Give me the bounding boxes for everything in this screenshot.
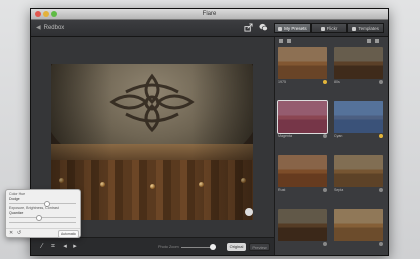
popover-footer: ✕ ↺ Automatic: [6, 228, 80, 238]
sidebar-toolbar: [275, 37, 388, 45]
preset-label: Rust: [278, 188, 286, 192]
preset-label: Magenta: [278, 134, 292, 138]
tab-my-presets[interactable]: My Presets: [274, 23, 311, 33]
preset-item[interactable]: Magenta: [277, 100, 328, 140]
window-title: Flare: [202, 11, 217, 17]
add-icon[interactable]: [375, 39, 379, 43]
presets-sidebar: 1975 80s Magenta Cyan Rust Sepia: [274, 37, 388, 255]
star-icon[interactable]: [379, 134, 383, 138]
vignette: [51, 64, 253, 220]
color-slider[interactable]: [9, 203, 76, 204]
preset-caption: 80s: [334, 79, 383, 86]
folder-icon[interactable]: [367, 39, 371, 43]
preset-caption: 1975: [278, 79, 327, 86]
preset-thumbnail[interactable]: [334, 101, 383, 133]
magic-wand-icon[interactable]: ⁄: [38, 243, 46, 251]
grid-view-icon[interactable]: [287, 39, 291, 43]
preset-thumbnail[interactable]: [278, 155, 327, 187]
crop-icon[interactable]: ⌗: [49, 243, 57, 251]
back-label: Redbox: [43, 25, 65, 31]
arrow-left-icon[interactable]: ◂: [61, 243, 69, 251]
preset-item[interactable]: Rust: [278, 155, 327, 194]
star-icon[interactable]: [379, 188, 383, 192]
back-button[interactable]: ◀ Redbox: [36, 24, 64, 32]
preset-thumbnail[interactable]: [334, 209, 383, 241]
preset-thumbnail[interactable]: [334, 155, 383, 187]
preview-button[interactable]: Preview: [249, 243, 270, 251]
zoom-label: Photo Zoom: [158, 245, 179, 249]
star-icon[interactable]: [323, 80, 327, 84]
toolbar: ◀ Redbox My Presets Flickr Templates: [31, 20, 388, 37]
flickr-icon: [320, 26, 325, 31]
star-icon[interactable]: [323, 242, 327, 246]
preset-item[interactable]: 80s: [334, 47, 383, 86]
grid-icon: [352, 26, 357, 31]
title-bar: Flare: [31, 9, 388, 20]
arrow-right-icon[interactable]: ▸: [71, 243, 79, 251]
exposure-slider-knob[interactable]: [36, 215, 42, 221]
close-icon[interactable]: ✕: [9, 231, 14, 236]
preset-label: 1975: [278, 80, 286, 84]
preset-item[interactable]: 1975: [278, 47, 327, 86]
preset-tint: [334, 47, 383, 79]
preset-tint: [278, 155, 327, 187]
list-view-icon[interactable]: [279, 39, 283, 43]
tab-flickr[interactable]: Flickr: [310, 23, 348, 33]
preset-tint: [278, 101, 327, 133]
person-icon: [278, 26, 283, 31]
preset-tint: [278, 209, 327, 241]
preset-caption: Magenta: [278, 133, 327, 140]
star-icon[interactable]: [323, 134, 327, 138]
share-icon[interactable]: [244, 23, 253, 32]
preset-item[interactable]: Sepia: [334, 155, 383, 194]
tab-bar: My Presets Flickr Templates: [274, 23, 385, 33]
preset-caption: Sepia: [334, 187, 383, 194]
preset-caption: Cyan: [334, 133, 383, 140]
preset-label: Cyan: [334, 134, 343, 138]
preset-label: Sepia: [334, 188, 344, 192]
preset-thumbnail[interactable]: [277, 100, 328, 134]
preset-thumbnail[interactable]: [278, 47, 327, 79]
adjustments-popover: Color Hue Dodge Exposure, Brightness, Co…: [5, 189, 81, 238]
preset-item[interactable]: Cyan: [334, 101, 383, 140]
color-select[interactable]: Dodge: [9, 197, 20, 202]
photo-canvas[interactable]: [51, 64, 253, 220]
preset-item[interactable]: [278, 209, 327, 246]
star-icon[interactable]: [379, 80, 383, 84]
preset-label: 80s: [334, 80, 340, 84]
preset-item[interactable]: [334, 209, 383, 246]
zoom-slider-knob[interactable]: [209, 244, 216, 250]
exposure-select[interactable]: Quantize: [9, 211, 23, 216]
bottom-bar: ⁄ ⌗ ◂ ▸ Photo Zoom Original Preview: [31, 237, 274, 255]
contrast-slider[interactable]: [9, 222, 76, 223]
star-icon[interactable]: [323, 188, 327, 192]
back-arrow-icon: ◀: [36, 25, 41, 31]
reset-icon[interactable]: ↺: [17, 231, 22, 236]
exposure-slider[interactable]: [9, 217, 76, 218]
automatic-button[interactable]: Automatic: [58, 230, 79, 238]
preset-tint: [334, 209, 383, 241]
preset-tint: [278, 47, 327, 79]
preset-caption: Rust: [278, 187, 327, 194]
star-icon[interactable]: [379, 242, 383, 246]
preset-thumbnail[interactable]: [334, 47, 383, 79]
app-window: Flare ◀ Redbox My Presets Flickr Template…: [30, 8, 389, 256]
preset-thumbnail[interactable]: [278, 209, 327, 241]
rotate-icon[interactable]: [245, 208, 253, 216]
tab-templates[interactable]: Templates: [347, 23, 385, 33]
preset-tint: [334, 155, 383, 187]
speech-bubble-icon[interactable]: [259, 23, 268, 32]
preset-tint: [334, 101, 383, 133]
original-button[interactable]: Original: [227, 243, 246, 251]
